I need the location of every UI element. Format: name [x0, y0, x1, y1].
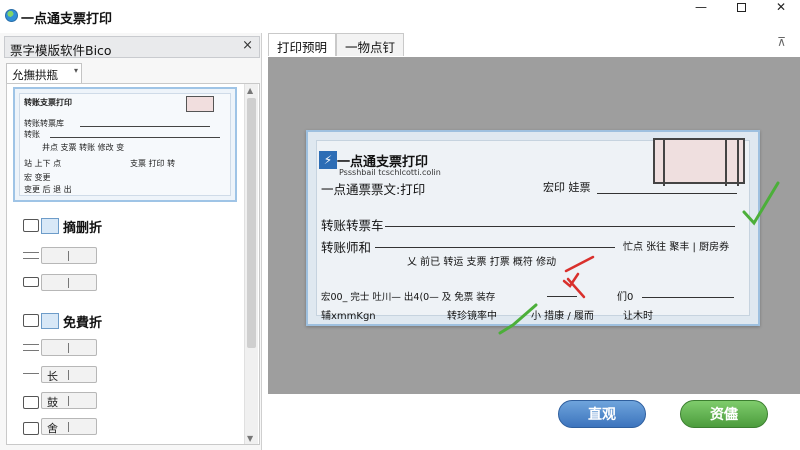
- template-row-field[interactable]: 舍: [41, 418, 97, 435]
- template-panel-header: 票字模版软件Bico ×: [4, 36, 260, 58]
- preview-tabs: 打印预明 一物点钉 ⊼: [268, 33, 800, 57]
- field-separator: [68, 278, 69, 288]
- print-icon: [23, 422, 39, 435]
- thumbnail-line5: 宏 变更: [24, 173, 51, 182]
- template-subtab[interactable]: 允撫拱瓶 ▾: [6, 63, 82, 83]
- cross-mark-icon: [566, 277, 586, 299]
- thumbnail-underline: [50, 137, 220, 138]
- template-row-label: 摘删折: [63, 221, 103, 236]
- print-preview-area: ⚡ 一点通支票打印 Pssshbail tcschlcotti.colin 一点…: [268, 57, 800, 394]
- minus-icon: [23, 373, 39, 375]
- template-row-field[interactable]: 长: [41, 366, 97, 383]
- scroll-down-icon[interactable]: ▼: [247, 434, 253, 443]
- cross-mark-icon: [564, 255, 595, 273]
- template-row-field[interactable]: [41, 247, 97, 264]
- template-thumbnail[interactable]: 转账支票打印 转账转票库 转账 井点 支票 转账 修改 变 站 上下 点 支票 …: [13, 87, 237, 202]
- thumbnail-stamp-box: [186, 96, 214, 112]
- field-separator: [68, 370, 69, 380]
- panel-close-button[interactable]: ×: [242, 38, 253, 53]
- field-separator: [68, 343, 69, 353]
- check-mark-icon: [742, 181, 780, 226]
- field-separator: [68, 422, 69, 432]
- tab-settings[interactable]: 一物点钉: [336, 33, 405, 56]
- calendar-icon: [23, 277, 39, 287]
- maximize-icon: [736, 3, 746, 12]
- template-row-label: 免費折: [63, 316, 103, 331]
- field-separator: [68, 396, 69, 406]
- list-icon: [23, 344, 39, 351]
- left-scrollbar[interactable]: ▲ ▼: [244, 84, 258, 444]
- template-subtab-label: 允撫拱瓶: [12, 68, 58, 82]
- template-list: 转账支票打印 转账转票库 转账 井点 支票 转账 修改 变 站 上下 点 支票 …: [6, 83, 260, 445]
- document-icon: [23, 314, 39, 327]
- template-row-checkbox[interactable]: [41, 218, 59, 234]
- template-panel: 票字模版软件Bico × 允撫拱瓶 ▾ 转账支票打印 转账转票库 转账 井点 支…: [0, 33, 262, 450]
- action-bar: 直观 资儘: [262, 394, 800, 450]
- thumbnail-cheque: 转账支票打印 转账转票库 转账 井点 支票 转账 修改 变 站 上下 点 支票 …: [19, 93, 231, 196]
- field-separator: [68, 251, 69, 261]
- cross-mark-icon: [562, 272, 580, 288]
- scroll-thumb[interactable]: [247, 98, 256, 348]
- window-title: 一点通支票打印: [21, 12, 113, 27]
- thumbnail-line6: 变更 后 退 出: [24, 185, 72, 194]
- thumbnail-line4-right: 支票 打印 转: [130, 159, 176, 168]
- field-value: 舍: [47, 422, 58, 435]
- field-value: 鼓: [47, 396, 58, 409]
- scroll-up-icon[interactable]: ▲: [247, 86, 253, 95]
- title-bar: 一点通支票打印 — ✕: [0, 0, 800, 30]
- settings-icon: [23, 396, 39, 409]
- preview-button[interactable]: 直观: [558, 400, 646, 428]
- confirm-button[interactable]: 资儘: [680, 400, 768, 428]
- template-row-field[interactable]: 鼓: [41, 392, 97, 409]
- annotation-overlay: [498, 181, 780, 335]
- thumbnail-line1: 转账转票库: [24, 119, 64, 128]
- thumbnail-underline: [80, 126, 210, 127]
- template-row-checkbox[interactable]: [41, 313, 59, 329]
- thumbnail-line2: 转账: [24, 130, 40, 139]
- tab-print-preview[interactable]: 打印预明: [268, 33, 337, 56]
- field-value: 长: [47, 370, 58, 383]
- close-button[interactable]: ✕: [766, 0, 796, 18]
- maximize-button[interactable]: [726, 0, 756, 18]
- thumbnail-title: 转账支票打印: [24, 98, 72, 107]
- check-mark-icon: [498, 303, 538, 335]
- document-icon: [23, 219, 39, 232]
- thumbnail-line3: 井点 支票 转账 修改 变: [42, 143, 125, 152]
- template-panel-title: 票字模版软件Bico: [10, 43, 112, 58]
- chevron-down-icon: ▾: [73, 66, 78, 75]
- thumbnail-line4-left: 站 上下 点: [24, 159, 62, 168]
- template-row-field[interactable]: [41, 274, 97, 291]
- minimize-button[interactable]: —: [686, 0, 716, 18]
- list-icon: [23, 252, 39, 259]
- template-row-field[interactable]: [41, 339, 97, 356]
- app-logo-icon: [5, 9, 18, 22]
- pin-icon[interactable]: ⊼: [777, 35, 786, 49]
